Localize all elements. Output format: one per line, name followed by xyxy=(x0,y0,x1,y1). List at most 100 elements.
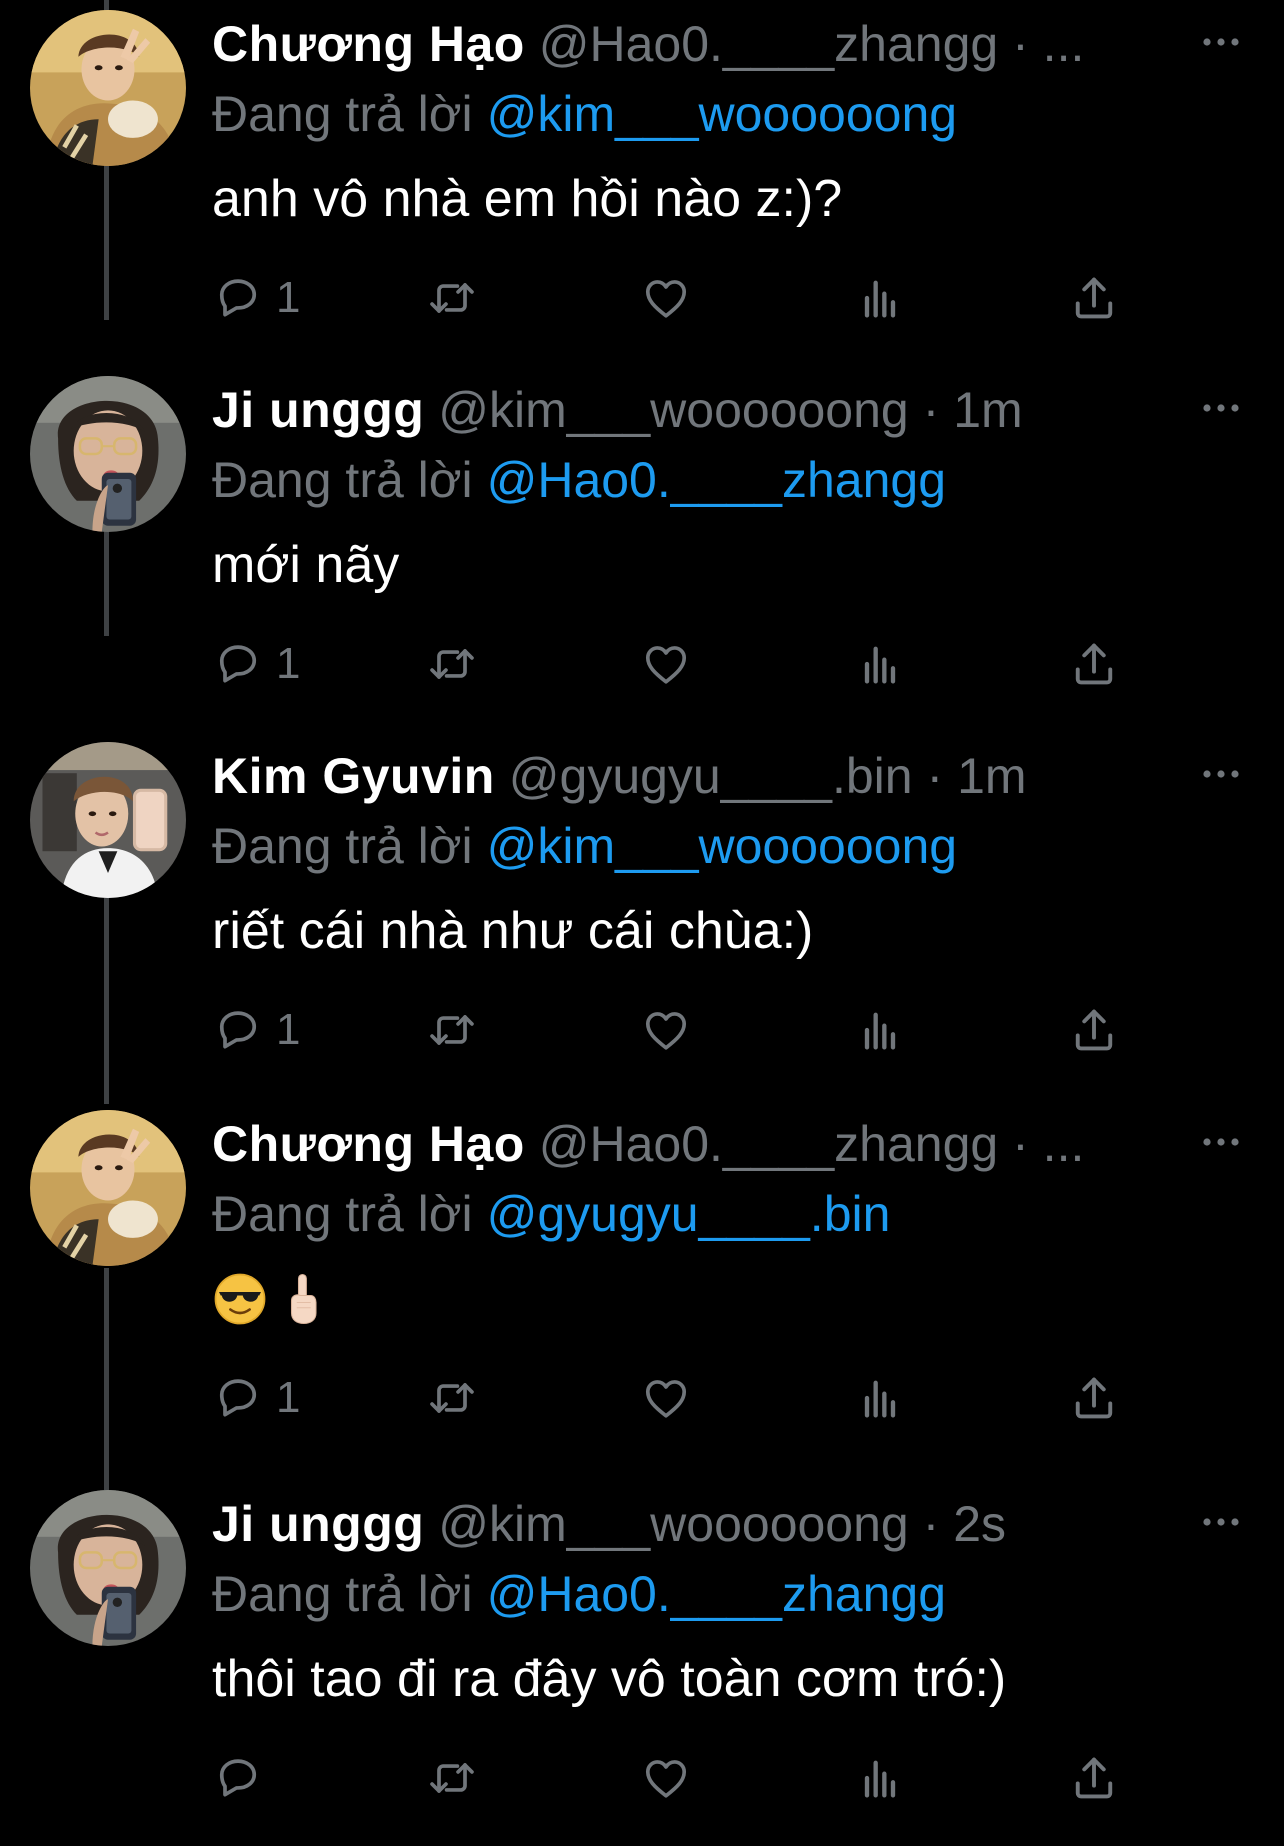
views-icon xyxy=(854,1752,906,1804)
retweet-button[interactable] xyxy=(426,1366,478,1430)
like-button[interactable] xyxy=(640,1366,692,1430)
share-button[interactable] xyxy=(1068,632,1120,696)
user-handle[interactable]: @kim___woooooong xyxy=(438,1496,909,1552)
tweet-actions: 1 xyxy=(212,1366,1142,1430)
views-button[interactable] xyxy=(854,1746,906,1810)
index-pointing-up-icon xyxy=(284,1271,320,1327)
tweet-header: Kim Gyuvin @gyugyu____.bin · 1m xyxy=(212,746,1027,806)
timestamp[interactable]: ... xyxy=(1043,1116,1085,1172)
views-button[interactable] xyxy=(854,1366,906,1430)
views-button[interactable] xyxy=(854,998,906,1062)
mention-link[interactable]: @Hao0.____zhangg xyxy=(487,452,946,508)
share-button[interactable] xyxy=(1068,1366,1120,1430)
user-handle[interactable]: @Hao0.____zhangg xyxy=(539,1116,998,1172)
mention-link[interactable]: @kim___woooooong xyxy=(487,818,958,874)
user-handle[interactable]: @kim___woooooong xyxy=(438,382,909,438)
user-handle[interactable]: @gyugyu____.bin xyxy=(509,748,913,804)
tweet-header: Ji unggg @kim___woooooong · 1m xyxy=(212,380,1023,440)
tweet-header: Chương Hạo @Hao0.____zhangg · ... xyxy=(212,1114,1084,1174)
separator: · xyxy=(1012,16,1029,72)
share-button[interactable] xyxy=(1068,1746,1120,1810)
tweet-header: Chương Hạo @Hao0.____zhangg · ... xyxy=(212,14,1084,74)
more-options-icon[interactable] xyxy=(1200,1130,1242,1154)
retweet-button[interactable] xyxy=(426,998,478,1062)
tweet[interactable]: Ji unggg @kim___woooooong · 1m Đang trả … xyxy=(0,366,1284,732)
more-options-icon[interactable] xyxy=(1200,1510,1242,1534)
reply-icon xyxy=(212,1004,264,1056)
avatar[interactable] xyxy=(30,1490,186,1646)
separator: · xyxy=(922,382,940,438)
replying-to: Đang trả lời @kim___woooooong xyxy=(212,816,957,876)
display-name[interactable]: Kim Gyuvin xyxy=(212,748,495,804)
like-button[interactable] xyxy=(640,1746,692,1810)
like-button[interactable] xyxy=(640,266,692,330)
replying-to: Đang trả lời @kim___woooooong xyxy=(212,84,957,144)
reply-button[interactable]: 1 xyxy=(212,998,300,1062)
tweet-actions: 1 xyxy=(212,266,1142,330)
mention-link[interactable]: @Hao0.____zhangg xyxy=(487,1566,946,1622)
share-icon xyxy=(1068,272,1120,324)
timestamp[interactable]: ... xyxy=(1043,16,1085,72)
retweet-icon xyxy=(426,1752,478,1804)
like-button[interactable] xyxy=(640,998,692,1062)
replying-to: Đang trả lời @Hao0.____zhangg xyxy=(212,450,946,510)
reply-button[interactable] xyxy=(212,1746,276,1810)
tweet[interactable]: Ji unggg @kim___woooooong · 2s Đang trả … xyxy=(0,1480,1284,1846)
avatar[interactable] xyxy=(30,742,186,898)
display-name[interactable]: Ji unggg xyxy=(212,382,424,438)
tweet-text: riết cái nhà như cái chùa:) xyxy=(212,902,814,960)
tweet-text: anh vô nhà em hồi nào z:)? xyxy=(212,170,843,228)
avatar[interactable] xyxy=(30,1110,186,1266)
separator: · xyxy=(926,748,944,804)
display-name[interactable]: Chương Hạo xyxy=(212,1116,525,1172)
replying-to-label: Đang trả lời xyxy=(212,1566,473,1622)
tweet[interactable]: Chương Hạo @Hao0.____zhangg · ... Đang t… xyxy=(0,0,1284,366)
tweet[interactable]: Kim Gyuvin @gyugyu____.bin · 1m Đang trả… xyxy=(0,732,1284,1098)
like-icon xyxy=(640,1372,692,1424)
tweet-text xyxy=(212,1264,320,1334)
replying-to: Đang trả lời @Hao0.____zhangg xyxy=(212,1564,946,1624)
more-options-icon[interactable] xyxy=(1200,762,1242,786)
more-options-icon[interactable] xyxy=(1200,396,1242,420)
smiling-face-with-sunglasses-icon xyxy=(212,1271,268,1327)
like-icon xyxy=(640,638,692,690)
display-name[interactable]: Chương Hạo xyxy=(212,16,525,72)
timestamp[interactable]: 1m xyxy=(953,382,1022,438)
views-button[interactable] xyxy=(854,632,906,696)
views-icon xyxy=(854,1004,906,1056)
reply-button[interactable]: 1 xyxy=(212,1366,300,1430)
tweet-actions xyxy=(212,1746,1142,1810)
retweet-icon xyxy=(426,272,478,324)
tweet-actions: 1 xyxy=(212,998,1142,1062)
user-handle[interactable]: @Hao0.____zhangg xyxy=(539,16,998,72)
mention-link[interactable]: @gyugyu____.bin xyxy=(487,1186,891,1242)
avatar[interactable] xyxy=(30,376,186,532)
replying-to-label: Đang trả lời xyxy=(212,1186,473,1242)
views-button[interactable] xyxy=(854,266,906,330)
retweet-button[interactable] xyxy=(426,632,478,696)
reply-button[interactable]: 1 xyxy=(212,266,300,330)
retweet-icon xyxy=(426,1372,478,1424)
share-icon xyxy=(1068,1752,1120,1804)
reply-count: 1 xyxy=(276,273,301,322)
retweet-button[interactable] xyxy=(426,1746,478,1810)
timestamp[interactable]: 2s xyxy=(953,1496,1006,1552)
share-button[interactable] xyxy=(1068,998,1120,1062)
views-icon xyxy=(854,1372,906,1424)
separator: · xyxy=(1012,1116,1029,1172)
avatar[interactable] xyxy=(30,10,186,166)
mention-link[interactable]: @kim___woooooong xyxy=(487,86,958,142)
more-options-icon[interactable] xyxy=(1200,30,1242,54)
like-button[interactable] xyxy=(640,632,692,696)
reply-icon xyxy=(212,638,264,690)
display-name[interactable]: Ji unggg xyxy=(212,1496,424,1552)
reply-icon xyxy=(212,272,264,324)
share-button[interactable] xyxy=(1068,266,1120,330)
timestamp[interactable]: 1m xyxy=(957,748,1026,804)
views-icon xyxy=(854,272,906,324)
tweet[interactable]: Chương Hạo @Hao0.____zhangg · ... Đang t… xyxy=(0,1100,1284,1466)
like-icon xyxy=(640,272,692,324)
reply-button[interactable]: 1 xyxy=(212,632,300,696)
retweet-button[interactable] xyxy=(426,266,478,330)
replying-to-label: Đang trả lời xyxy=(212,86,473,142)
